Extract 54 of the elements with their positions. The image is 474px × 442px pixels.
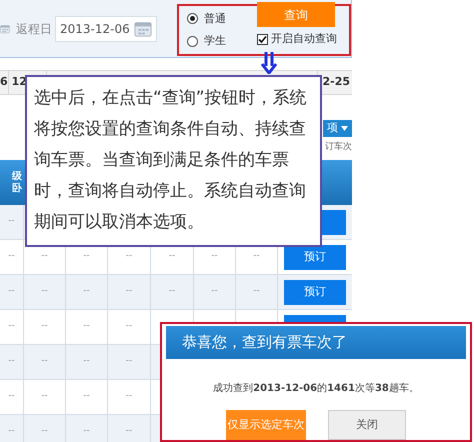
column-header: 卧 — [12, 182, 22, 194]
book-button[interactable]: 预订 — [284, 244, 346, 270]
table-cell-text: -- — [168, 285, 176, 298]
table-cell-text: -- — [168, 250, 176, 264]
table-cell-text: -- — [126, 285, 132, 298]
table-cell-text: -- — [83, 320, 90, 334]
table-cell-text: -- — [41, 285, 48, 298]
table-cell-text: -- — [8, 390, 15, 404]
table-cell-text: -- — [8, 425, 15, 438]
table-cell-text: -- — [8, 250, 15, 264]
table-cell-text: -- — [126, 320, 132, 334]
table-cell-text: -- — [41, 320, 48, 334]
table-cell-text: -- — [41, 425, 48, 438]
table-cell-text: -- — [8, 285, 15, 298]
table-cell-text: -- — [8, 215, 15, 228]
options-dropdown[interactable]: 项 — [323, 120, 352, 136]
column-header: 级 — [12, 170, 22, 182]
table-cell-text: -- — [126, 250, 132, 264]
table-cell-text: -- — [83, 285, 90, 298]
table-cell-text: -- — [211, 285, 218, 298]
caret-down-icon — [341, 126, 348, 130]
return-date-label: 返程日 — [16, 20, 52, 38]
close-button[interactable]: 关闭 — [328, 410, 406, 440]
table-cell-text: -- — [41, 390, 48, 404]
table-cell-text: -- — [8, 355, 15, 368]
table-cell-text: -- — [41, 250, 48, 264]
table-cell-text: -- — [253, 285, 260, 298]
radio-button[interactable] — [187, 36, 198, 47]
book-button[interactable]: 预订 — [284, 280, 346, 304]
table-cell-text: -- — [253, 250, 260, 264]
radio-label: 学生 — [204, 33, 226, 49]
callout-text: 选中后，在点击“查询”按钮时，系统将按您设置的查询条件自动、持续查询车票。当查询到满足条件的车票时，查询将自动停止。系统自动查询期间可以取消本选项。 — [34, 87, 308, 234]
return-date-field[interactable]: 2013-12-06 — [55, 16, 157, 42]
radio-label: 普通 — [204, 10, 226, 26]
auto-query-checkbox[interactable] — [257, 34, 268, 45]
date-tab[interactable]: 6 — [0, 71, 9, 94]
dialog-message: 成功查到2013-12-06的1461次等38趟车。 — [212, 382, 420, 396]
table-cell-text: -- — [211, 250, 218, 264]
filter-text: 订车次 — [325, 140, 352, 154]
table-cell-text: -- — [83, 390, 90, 404]
table-cell-text: -- — [126, 390, 132, 404]
radio-button[interactable] — [187, 13, 198, 24]
auto-query-label: 开启自动查询 — [271, 31, 337, 47]
show-selected-button[interactable]: 仅显示选定车次 — [226, 410, 306, 440]
table-cell-text: -- — [41, 355, 48, 368]
table-cell-text: -- — [83, 425, 90, 438]
dialog-title: 恭喜您，查到有票车次了 — [182, 332, 347, 354]
table-cell-text: -- — [83, 355, 90, 368]
query-button[interactable]: 查询 — [257, 2, 335, 27]
table-cell-text: -- — [126, 355, 132, 368]
down-arrow-icon — [260, 52, 278, 74]
table-cell-text: -- — [126, 425, 132, 438]
table-cell-text: -- — [83, 250, 90, 264]
table-cell-text: -- — [8, 320, 15, 334]
